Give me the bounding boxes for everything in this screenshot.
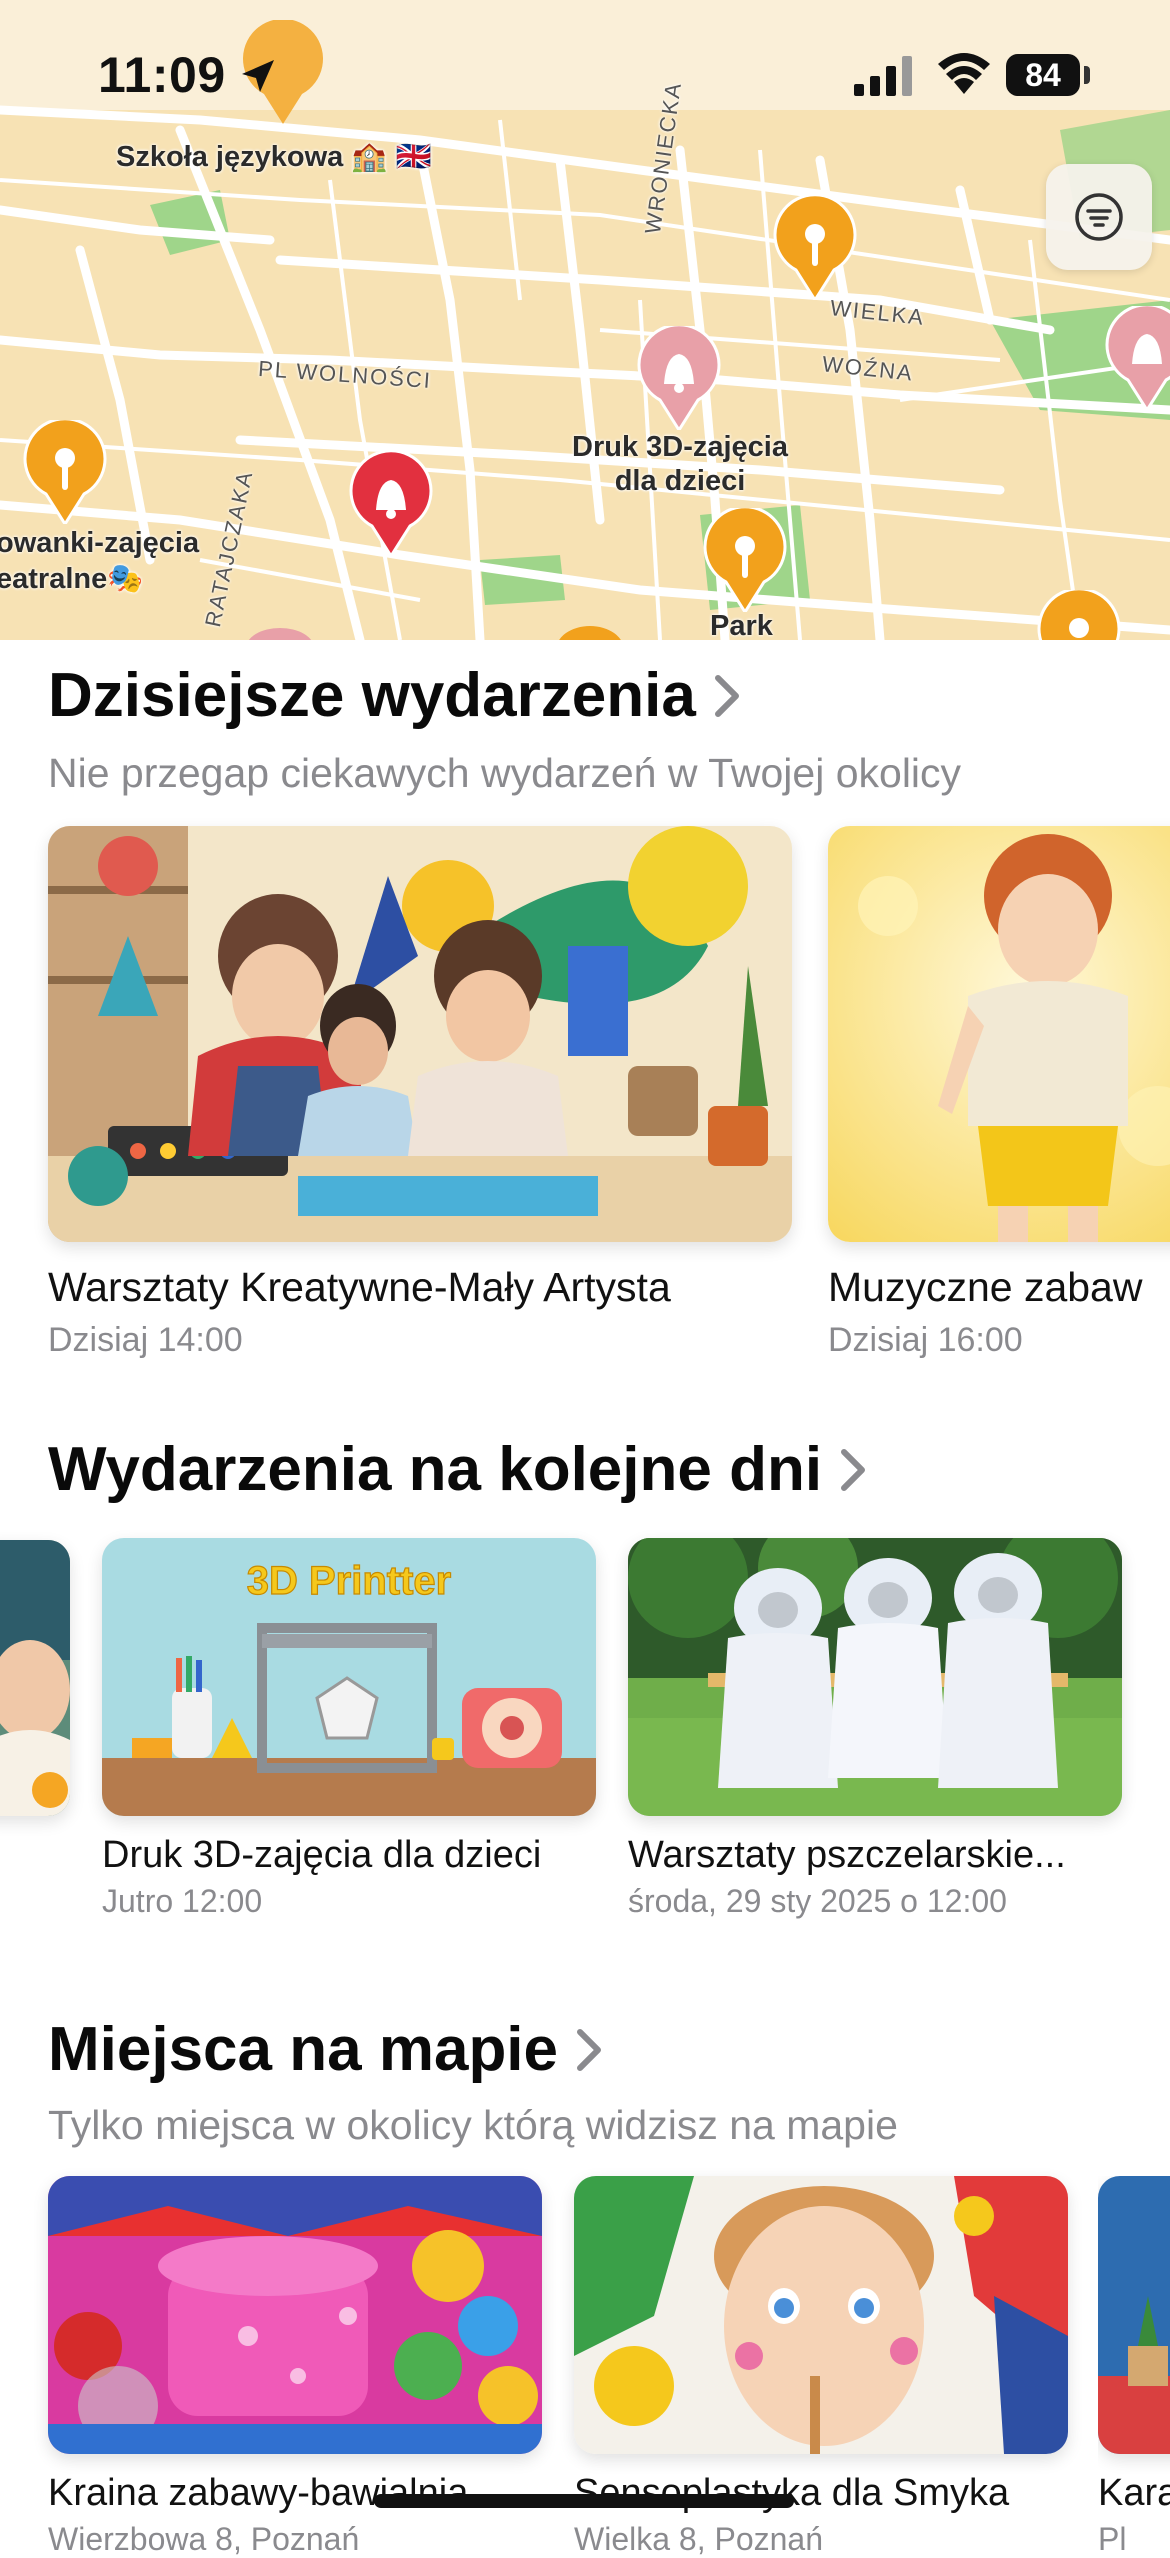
event-image: 3D Printter xyxy=(102,1538,596,1816)
event-title: Muzyczne zabaw xyxy=(828,1264,1143,1310)
map-pin-orange[interactable] xyxy=(22,420,108,524)
section-header-upcoming[interactable]: Wydarzenia na kolejne dni xyxy=(48,1434,868,1505)
event-card[interactable]: 3D Printter Druk 3D-zajęcia dla dzieci J… xyxy=(102,1538,596,1920)
cellular-signal-icon xyxy=(854,56,912,96)
map-label-teatr: owanki-zajęcia eatralne🎭 xyxy=(0,527,200,595)
map-pin-orange[interactable] xyxy=(550,620,630,640)
event-time: Jutro 12:00 xyxy=(102,1883,263,1919)
home-indicator[interactable] xyxy=(374,2494,794,2508)
place-card-partial[interactable]: Kara Pl xyxy=(1098,2176,1170,2558)
event-title: Warsztaty Kreatywne-Mały Artysta xyxy=(48,1264,671,1310)
section-header-today[interactable]: Dzisiejsze wydarzenia xyxy=(48,660,742,731)
section-title-today: Dzisiejsze wydarzenia xyxy=(48,661,696,730)
event-time: Dzisiaj 16:00 xyxy=(828,1321,1023,1359)
map-pin-orange[interactable] xyxy=(1036,590,1122,640)
event-image xyxy=(0,1540,70,1816)
section-title-upcoming: Wydarzenia na kolejne dni xyxy=(48,1435,823,1504)
event-title: Druk 3D-zajęcia dla dzieci xyxy=(102,1834,542,1876)
map-pin-red[interactable] xyxy=(348,452,434,556)
map-pin-pink[interactable] xyxy=(1104,306,1170,410)
place-address: Wierzbowa 8, Poznań xyxy=(48,2521,360,2557)
event-card[interactable]: Warsztaty pszczelarskie... środa, 29 sty… xyxy=(628,1538,1122,1920)
event-title: Warsztaty pszczelarskie... xyxy=(628,1834,1066,1876)
event-image xyxy=(828,826,1170,1242)
event-card[interactable]: Muzyczne zabaw Dzisiaj 16:00 xyxy=(828,826,1170,1360)
section-title-places: Miejsca na mapie xyxy=(48,2015,559,2084)
filter-button[interactable] xyxy=(1046,164,1152,270)
chevron-right-icon xyxy=(841,1448,866,1491)
battery-level: 84 xyxy=(1006,54,1080,96)
image-caption-3d-printer: 3D Printter xyxy=(247,1559,452,1603)
battery-tip xyxy=(1084,66,1090,84)
event-image xyxy=(628,1538,1122,1816)
wifi-icon xyxy=(938,53,990,94)
event-time: Dzisiaj 14:00 xyxy=(48,1321,243,1359)
place-address: Wielka 8, Poznań xyxy=(574,2521,824,2557)
location-arrow-icon xyxy=(242,60,274,92)
status-time: 11:09 xyxy=(98,47,226,103)
section-header-places[interactable]: Miejsca na mapie xyxy=(48,2014,604,2085)
event-image xyxy=(48,826,792,1242)
event-card[interactable]: Warsztaty Kreatywne-Mały Artysta Dzisiaj… xyxy=(48,826,792,1360)
place-image xyxy=(1098,2176,1170,2454)
event-card-partial[interactable] xyxy=(0,1540,70,1816)
place-image xyxy=(574,2176,1068,2454)
map-pin-orange[interactable] xyxy=(702,508,788,612)
section-subtitle-places: Tylko miejsca w okolicy którą widzisz na… xyxy=(48,2102,898,2148)
chevron-right-icon xyxy=(577,2028,602,2071)
map-pin-pink[interactable] xyxy=(636,326,722,430)
chevron-right-icon xyxy=(714,674,739,717)
map-pin-orange[interactable] xyxy=(772,196,858,300)
event-time: środa, 29 sty 2025 o 12:00 xyxy=(628,1883,1007,1919)
filter-icon xyxy=(1075,193,1123,241)
map-view[interactable]: Szkoła językowa 🏫 🇬🇧 PL WOLNOŚCI WRONIEC… xyxy=(0,0,1170,640)
section-subtitle-today: Nie przegap ciekawych wydarzeń w Twojej … xyxy=(48,750,962,796)
map-label-park: Park xyxy=(710,610,773,640)
place-address: Pl xyxy=(1098,2521,1127,2557)
status-bar: 11:09 84 xyxy=(0,0,1170,150)
place-title: Kara xyxy=(1098,2472,1170,2514)
map-pin-pink[interactable] xyxy=(240,626,320,640)
place-image xyxy=(48,2176,542,2454)
map-label-druk: Druk 3D-zajęcia dla dzieci xyxy=(572,431,788,497)
